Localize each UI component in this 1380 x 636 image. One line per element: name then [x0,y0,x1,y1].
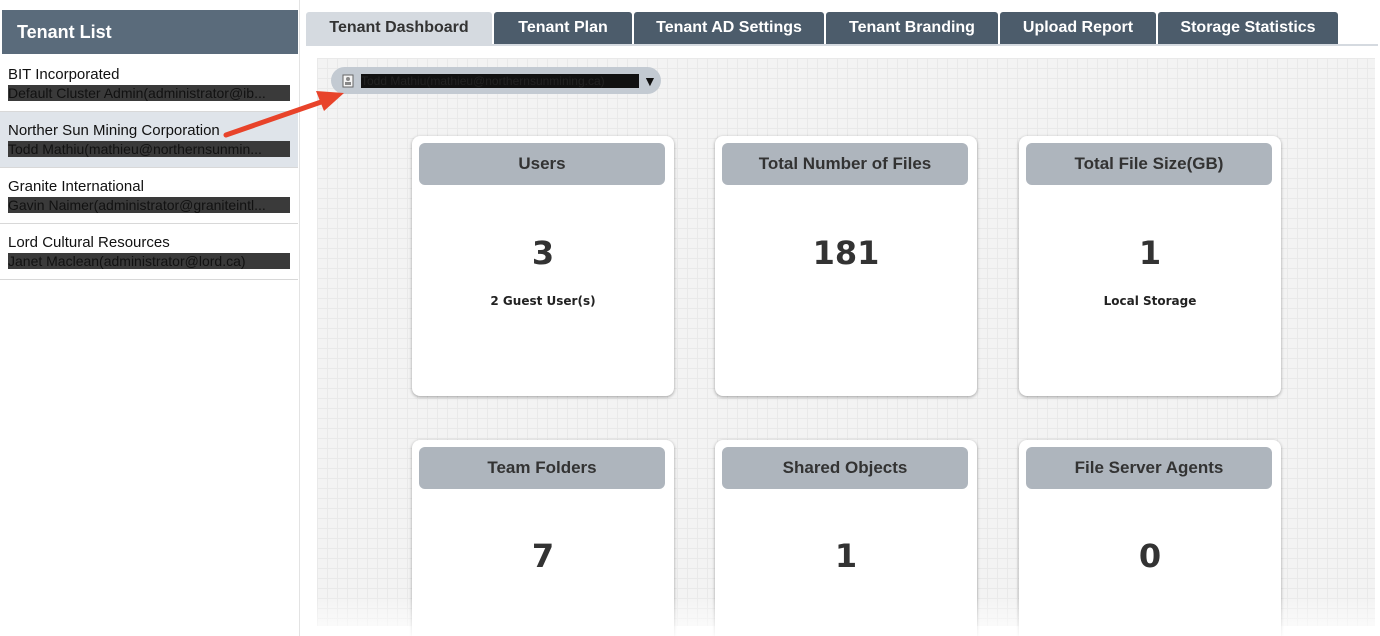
tenant-admin: Gavin Naimer(administrator@graniteintl..… [8,197,290,213]
tab-bar: Tenant Dashboard Tenant Plan Tenant AD S… [306,12,1340,44]
card-value: 1 [834,537,858,575]
shared-objects-card: Shared Objects 1 [715,440,977,636]
card-title: File Server Agents [1026,447,1272,489]
card-title: Shared Objects [722,447,968,489]
users-card: Users 3 2 Guest User(s) [412,136,674,396]
card-subtitle: 2 Guest User(s) [490,294,596,308]
total-files-card: Total Number of Files 181 [715,136,977,396]
tenant-admin: Janet Maclean(administrator@lord.ca) [8,253,290,269]
file-server-agents-card: File Server Agents 0 [1019,440,1281,636]
card-title: Users [419,143,665,185]
chevron-down-icon: ▼ [643,72,657,89]
annotation-arrow-icon [223,91,344,138]
tab-tenant-plan[interactable]: Tenant Plan [494,12,632,44]
tab-tenant-branding[interactable]: Tenant Branding [826,12,998,44]
tab-storage-statistics[interactable]: Storage Statistics [1158,12,1338,44]
total-file-size-card: Total File Size(GB) 1 Local Storage [1019,136,1281,396]
sidebar-title: Tenant List [2,10,298,54]
card-value: 3 [531,234,555,272]
card-title: Total Number of Files [722,143,968,185]
user-selector-dropdown[interactable]: Todd Mathiu(mathieu@northernsunmining.ca… [331,67,661,94]
tenant-item-granite[interactable]: Granite International Gavin Naimer(admin… [0,168,298,224]
tenant-name: Granite International [8,178,144,195]
tenant-name: BIT Incorporated [8,66,120,83]
tab-tenant-ad-settings[interactable]: Tenant AD Settings [634,12,824,44]
card-value: 0 [1138,537,1162,575]
card-value: 181 [812,234,880,272]
tab-underline [306,44,1378,46]
card-title: Total File Size(GB) [1026,143,1272,185]
card-title: Team Folders [419,447,665,489]
team-folders-card: Team Folders 7 [412,440,674,636]
tenant-name: Lord Cultural Resources [8,234,170,251]
tab-tenant-dashboard[interactable]: Tenant Dashboard [306,12,492,44]
card-subtitle: Local Storage [1103,294,1197,308]
tab-upload-report[interactable]: Upload Report [1000,12,1156,44]
card-value: 1 [1138,234,1162,272]
card-value: 7 [531,537,555,575]
tenant-item-lord[interactable]: Lord Cultural Resources Janet Maclean(ad… [0,224,298,280]
user-selector-value: Todd Mathiu(mathieu@northernsunmining.ca… [361,73,639,88]
